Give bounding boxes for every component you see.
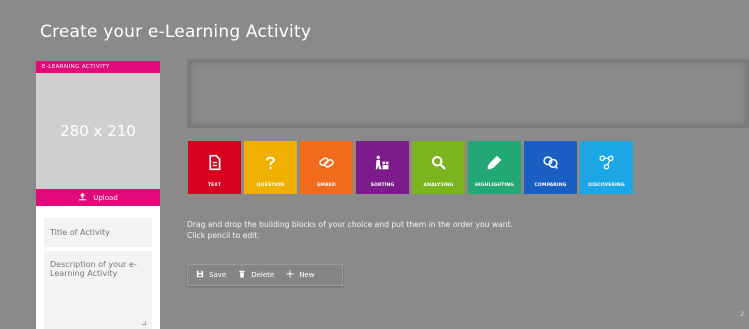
new-label: New — [299, 271, 315, 279]
activity-description-input[interactable] — [44, 251, 152, 329]
panel-header: E-LEARNING ACTIVITY — [36, 61, 160, 73]
activity-panel: E-LEARNING ACTIVITY 280 x 210 Upload — [36, 61, 160, 329]
instructions-line-1: Drag and drop the building blocks of you… — [187, 220, 513, 229]
block-analysing[interactable]: ANALYSING — [412, 141, 465, 194]
upload-button[interactable]: Upload — [36, 189, 160, 206]
image-placeholder[interactable]: 280 x 210 — [36, 73, 160, 189]
block-label: COMPARING — [534, 183, 567, 188]
save-button[interactable]: Save — [196, 270, 226, 280]
delete-label: Delete — [251, 271, 275, 279]
plus-icon — [286, 270, 294, 280]
instructions-text: Drag and drop the building blocks of you… — [187, 219, 513, 241]
block-label: TEXT — [207, 183, 222, 188]
block-sorting[interactable]: SORTING — [356, 141, 409, 194]
resize-grip[interactable] — [142, 321, 146, 325]
trash-icon — [238, 270, 246, 280]
block-discovering[interactable]: DISCOVERING — [580, 141, 633, 194]
form-area — [36, 206, 160, 329]
instructions-line-2: Click pencil to edit. — [187, 231, 260, 240]
save-label: Save — [209, 271, 227, 279]
page-title: Create your e-Learning Activity — [40, 22, 312, 42]
highlighter-icon — [486, 154, 503, 176]
block-embed[interactable]: EMBED — [300, 141, 353, 194]
document-icon — [206, 154, 223, 176]
activity-title-input[interactable] — [44, 218, 152, 247]
building-blocks: TEXT QUESTION EMBED SORTING ANALYSING HI… — [188, 141, 633, 194]
upload-icon — [78, 192, 87, 203]
network-icon — [598, 154, 615, 176]
block-label: SORTING — [370, 183, 395, 188]
sorting-icon — [374, 154, 391, 176]
question-icon — [262, 154, 279, 176]
link-icon — [318, 154, 335, 176]
action-toolbar: Save Delete New — [187, 264, 343, 286]
block-label: QUESTION — [256, 183, 285, 188]
block-label: ANALYSING — [423, 183, 454, 188]
delete-button[interactable]: Delete — [238, 270, 274, 280]
upload-label: Upload — [93, 193, 118, 202]
block-text[interactable]: TEXT — [188, 141, 241, 194]
new-button[interactable]: New — [286, 270, 314, 280]
block-question[interactable]: QUESTION — [244, 141, 297, 194]
block-highlighting[interactable]: HIGHLIGHTING — [468, 141, 521, 194]
block-label: HIGHLIGHTING — [474, 183, 515, 188]
block-comparing[interactable]: COMPARING — [524, 141, 577, 194]
block-drop-zone[interactable] — [187, 59, 749, 128]
compare-icon — [542, 154, 559, 176]
block-label: DISCOVERING — [588, 183, 625, 188]
floppy-icon — [196, 270, 204, 280]
block-label: EMBED — [317, 183, 336, 188]
corner-number: 2. — [740, 311, 746, 318]
magnifier-icon — [430, 154, 447, 176]
